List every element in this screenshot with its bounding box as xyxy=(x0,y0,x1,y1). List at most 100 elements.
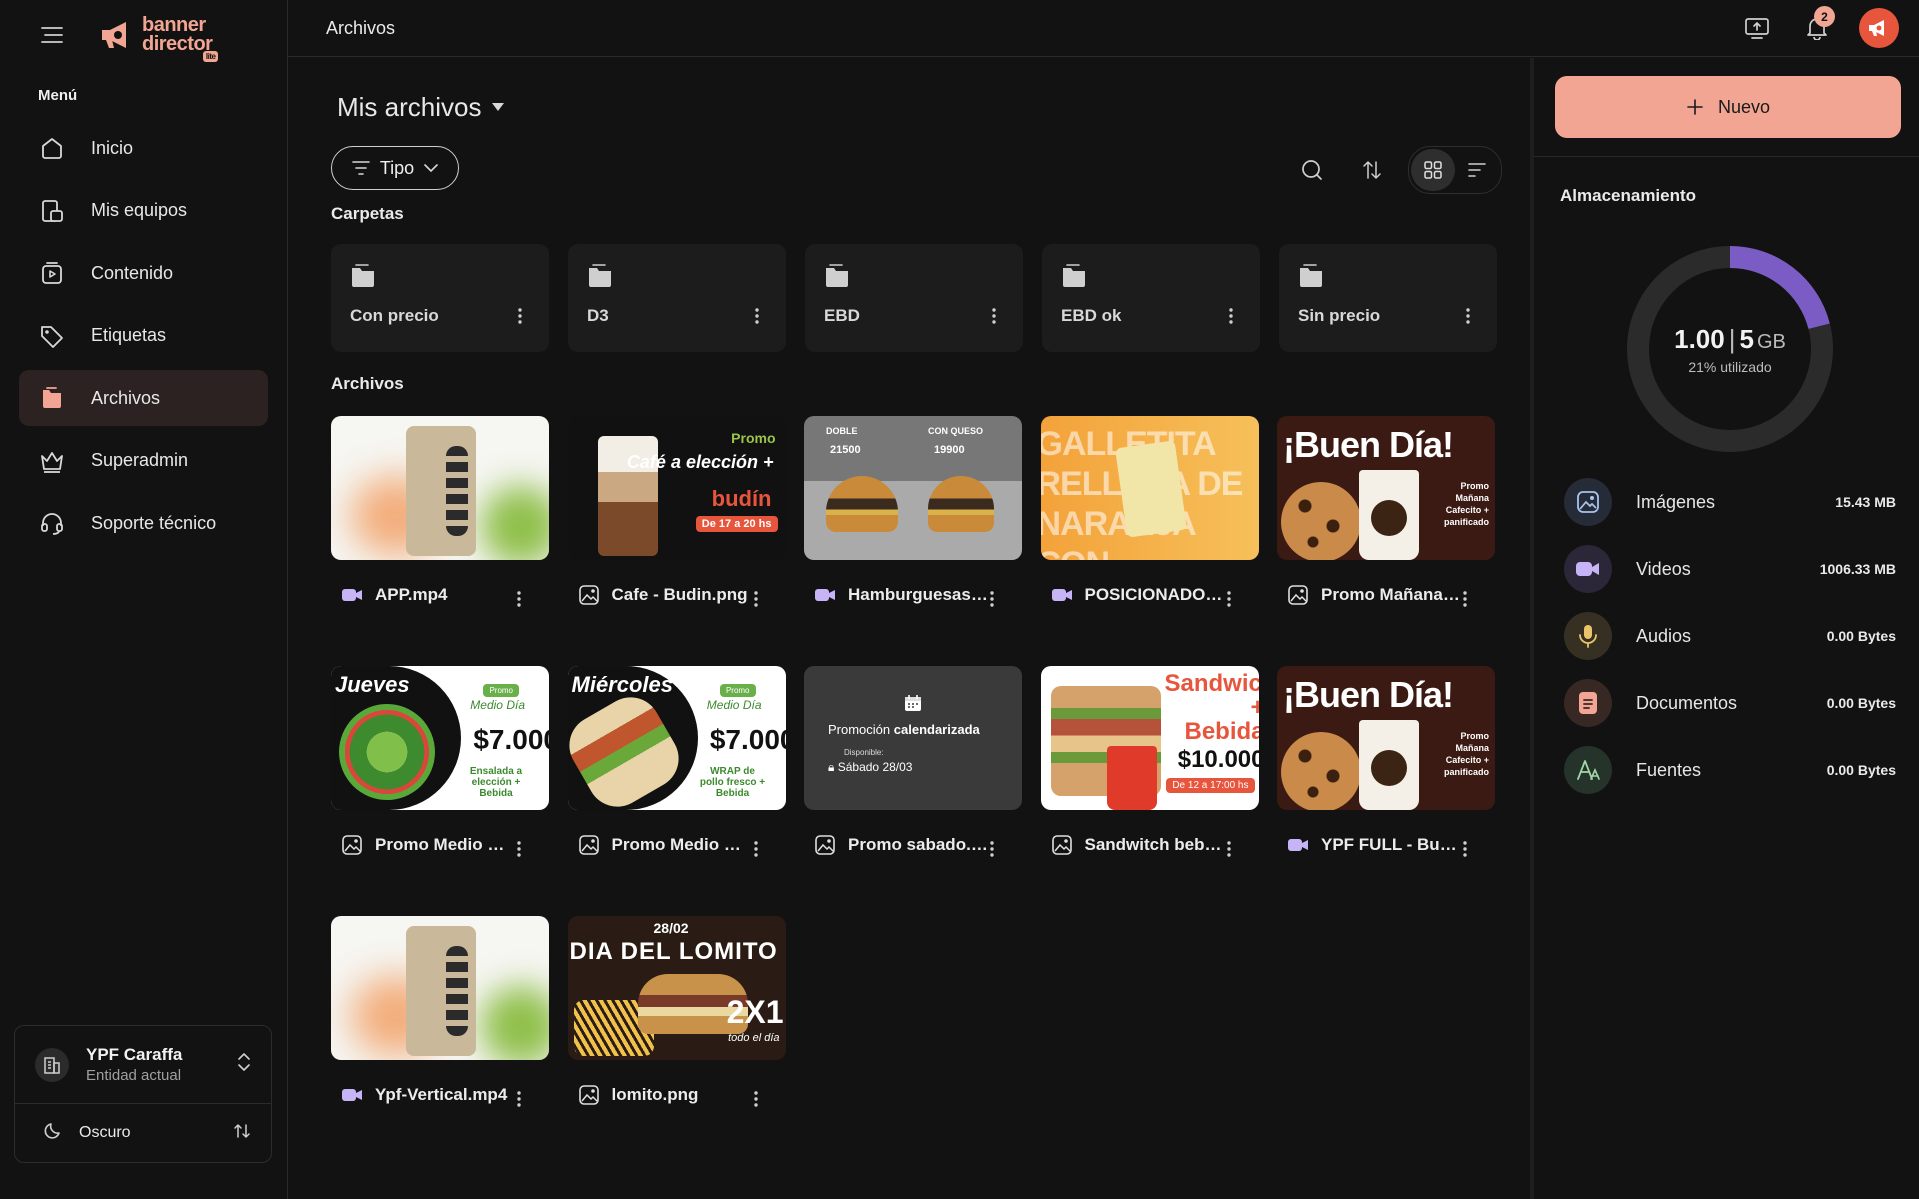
thumb-text: 28/02 xyxy=(653,920,689,936)
file-card[interactable]: DOBLE 21500 CON QUESO 19900 Hamburguesas… xyxy=(804,416,1022,634)
document-icon xyxy=(1564,679,1612,727)
sidebar-item-superadmin[interactable]: Superadmin xyxy=(19,433,268,489)
list-view-button[interactable] xyxy=(1455,149,1499,191)
more-options-button[interactable] xyxy=(1219,304,1243,328)
sidebar-item-contenido[interactable]: Contenido xyxy=(19,245,268,301)
file-card[interactable]: 28/02 DIA DEL LOMITO 2X1 todo el día lom… xyxy=(567,916,786,1134)
grid-view-button[interactable] xyxy=(1411,149,1455,191)
thumb-text: WRAP de pollo fresco + Bebida xyxy=(699,766,766,799)
file-name: Promo Mañana.png xyxy=(1321,585,1461,604)
entity-name: YPF Caraffa xyxy=(86,1045,183,1064)
more-options-button[interactable] xyxy=(982,304,1006,328)
thumb-text: Promo Mañana Cafecito + panificado xyxy=(1443,731,1489,777)
file-card[interactable]: ¡Buen Día! Promo Mañana Cafecito + panif… xyxy=(1277,666,1495,884)
megaphone-logo-icon xyxy=(102,22,126,48)
sidebar-item-label: Contenido xyxy=(91,262,174,283)
file-card[interactable]: APP.mp4 xyxy=(331,416,549,634)
notifications-button[interactable]: 2 xyxy=(1797,6,1837,48)
folder-card[interactable]: Con precio xyxy=(331,244,549,352)
more-options-button[interactable] xyxy=(507,587,531,611)
entity-switcher[interactable]: YPF Caraffa Entidad actual xyxy=(15,1026,271,1104)
thumb-text: De 17 a 20 hs xyxy=(695,516,778,532)
file-card[interactable]: Miércoles Promo Medio Día $7.000 WRAP de… xyxy=(567,666,786,884)
more-options-button[interactable] xyxy=(1453,587,1477,611)
more-options-button[interactable] xyxy=(1217,837,1241,861)
sidebar-item-etiquetas[interactable]: Etiquetas xyxy=(19,308,268,364)
thumb-text: $10.000 xyxy=(1177,746,1259,773)
more-options-button[interactable] xyxy=(507,1087,531,1111)
file-card[interactable]: Jueves Promo Medio Día $7.000 Ensalada a… xyxy=(331,666,549,884)
type-filter-button[interactable]: Tipo xyxy=(331,146,459,190)
video-file-icon xyxy=(814,584,836,606)
more-options-button[interactable] xyxy=(1217,587,1241,611)
folder-card[interactable]: EBD ok xyxy=(1042,244,1260,352)
more-options-button[interactable] xyxy=(745,304,769,328)
kebab-icon xyxy=(990,841,994,857)
more-options-button[interactable] xyxy=(508,304,532,328)
thumb-text: Promo Mañana Cafecito + panificado xyxy=(1443,481,1489,527)
file-card[interactable]: Promoción calendarizada Disponible: 🔒︎ S… xyxy=(804,666,1022,884)
more-options-button[interactable] xyxy=(1456,304,1480,328)
folder-card[interactable]: EBD xyxy=(805,244,1023,352)
location-dropdown[interactable]: Mis archivos xyxy=(337,92,505,123)
file-thumbnail: DOBLE 21500 CON QUESO 19900 xyxy=(804,416,1022,560)
video-file-icon xyxy=(1051,584,1073,606)
search-button[interactable] xyxy=(1290,148,1334,192)
file-name: Sandwitch bebida.png xyxy=(1084,835,1225,854)
storage-category-documents[interactable]: Documentos 0.00 Bytes xyxy=(1564,679,1896,727)
video-icon xyxy=(1564,545,1612,593)
file-card[interactable]: Promo Café a elección + budín De 17 a 20… xyxy=(567,416,786,634)
grid-icon xyxy=(1424,161,1442,179)
crown-icon xyxy=(38,447,66,475)
file-grid: APP.mp4 Promo Café a elección + budín De… xyxy=(331,416,1495,1134)
category-label: Audios xyxy=(1636,625,1692,646)
logo[interactable]: banner director lite xyxy=(98,15,219,62)
more-options-button[interactable] xyxy=(980,837,1004,861)
user-avatar[interactable] xyxy=(1859,8,1899,48)
folders-heading: Carpetas xyxy=(331,204,404,223)
main-content: Mis archivos Tipo Carpetas Con precio D3… xyxy=(288,58,1534,1199)
folder-icon xyxy=(587,264,613,293)
file-card[interactable]: GALLETITA RELLENA DE NARANJA CON CHOCOLA… xyxy=(1040,416,1259,634)
calendar-icon xyxy=(904,694,922,717)
theme-toggle[interactable]: Oscuro xyxy=(15,1104,271,1162)
sidebar-item-archivos[interactable]: Archivos xyxy=(19,370,268,426)
storage-total: 5 xyxy=(1739,323,1754,354)
file-thumbnail: Jueves Promo Medio Día $7.000 Ensalada a… xyxy=(331,666,549,810)
sidebar-item-mis-equipos[interactable]: Mis equipos xyxy=(19,183,268,239)
entity-text: YPF Caraffa Entidad actual xyxy=(86,1045,182,1084)
new-button[interactable]: Nuevo xyxy=(1555,76,1901,138)
more-options-button[interactable] xyxy=(507,837,531,861)
tag-icon xyxy=(38,322,66,350)
folder-name: Con precio xyxy=(350,306,439,325)
cast-screen-button[interactable] xyxy=(1737,8,1777,48)
more-options-button[interactable] xyxy=(744,587,768,611)
category-label: Documentos xyxy=(1636,692,1738,713)
storage-category-videos[interactable]: Videos 1006.33 MB xyxy=(1564,545,1896,593)
storage-category-audios[interactable]: Audios 0.00 Bytes xyxy=(1564,612,1896,660)
file-card[interactable]: Sandwich + Bebida $10.000 De 12 a 17:00 … xyxy=(1040,666,1259,884)
more-options-button[interactable] xyxy=(980,587,1004,611)
more-options-button[interactable] xyxy=(1453,837,1477,861)
image-file-icon xyxy=(578,1084,600,1106)
menu-toggle-button[interactable] xyxy=(38,21,66,49)
more-options-button[interactable] xyxy=(744,837,768,861)
file-name: Promo Medio Dia Jueves.png xyxy=(375,835,515,854)
file-thumbnail: Miércoles Promo Medio Día $7.000 WRAP de… xyxy=(567,666,786,810)
file-card[interactable]: Ypf-Vertical.mp4 xyxy=(331,916,549,1134)
plus-icon xyxy=(1687,99,1703,115)
image-icon xyxy=(1564,478,1612,526)
storage-category-images[interactable]: Imágenes 15.43 MB xyxy=(1564,478,1896,526)
file-card[interactable]: ¡Buen Día! Promo Mañana Cafecito + panif… xyxy=(1277,416,1495,634)
image-file-icon xyxy=(814,834,836,856)
folder-card[interactable]: D3 xyxy=(568,244,786,352)
thumb-text: DIA DEL LOMITO xyxy=(569,938,778,965)
kebab-icon xyxy=(1466,308,1470,324)
folder-card[interactable]: Sin precio xyxy=(1279,244,1497,352)
sort-button[interactable] xyxy=(1350,148,1394,192)
more-options-button[interactable] xyxy=(744,1087,768,1111)
storage-category-fonts[interactable]: Fuentes 0.00 Bytes xyxy=(1564,746,1896,794)
sidebar-item-soporte[interactable]: Soporte técnico xyxy=(19,495,268,551)
sidebar-item-inicio[interactable]: Inicio xyxy=(19,120,268,176)
thumb-text: ¡Buen Día! xyxy=(1283,674,1454,715)
